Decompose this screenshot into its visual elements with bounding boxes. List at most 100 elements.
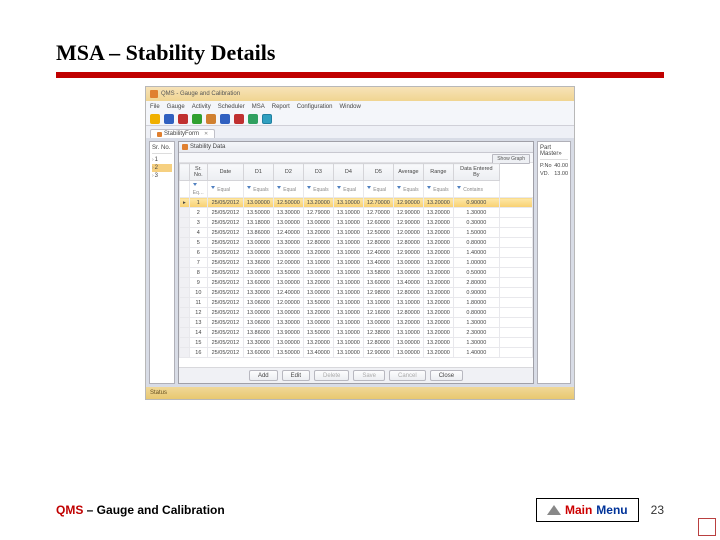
cell: 13.50000 (273, 348, 303, 358)
table-row[interactable]: 1325/05/201213.0600013.3000013.0000013.1… (180, 318, 533, 328)
table-row[interactable]: 625/05/201213.0000013.0000013.2000013.10… (180, 248, 533, 258)
left-item[interactable]: ›3 (152, 172, 172, 180)
toolbar-icon[interactable] (192, 114, 202, 124)
menu-configuration[interactable]: Configuration (297, 104, 333, 110)
cell: 13.20000 (423, 228, 453, 238)
column-header[interactable]: D1 (243, 164, 273, 181)
table-row[interactable]: 1425/05/201213.8600013.9000013.5000013.1… (180, 328, 533, 338)
filter-cell[interactable]: Equal (273, 181, 303, 198)
cell: 1.30000 (453, 208, 499, 218)
cell: 12.80000 (393, 308, 423, 318)
close-icon[interactable]: ✕ (204, 131, 208, 137)
cell (499, 238, 532, 248)
main-menu-button[interactable]: Main Menu (536, 498, 639, 522)
menu-gauge[interactable]: Gauge (167, 104, 185, 110)
filter-cell[interactable]: Equal (363, 181, 393, 198)
cell: 13.20000 (303, 228, 333, 238)
table-row[interactable]: 1025/05/201213.3000012.4000013.0000013.1… (180, 288, 533, 298)
cell: 13.20000 (423, 328, 453, 338)
table-row[interactable]: ▸125/05/201213.0000012.5000013.2000013.1… (180, 198, 533, 208)
menu-msa[interactable]: MSA (252, 104, 265, 110)
cell: 13.10000 (333, 258, 363, 268)
menu-activity[interactable]: Activity (192, 104, 211, 110)
column-header[interactable]: D2 (273, 164, 303, 181)
cell: 13.20000 (423, 338, 453, 348)
toolbar-icon[interactable] (164, 114, 174, 124)
menu-window[interactable]: Window (339, 104, 360, 110)
column-header[interactable]: D4 (333, 164, 363, 181)
cell: 25/05/2012 (207, 208, 243, 218)
left-item[interactable]: ›1 (152, 156, 172, 164)
cell: 13.00000 (303, 318, 333, 328)
work-area: Sr. No. ›1›2›3 Stability Data Show Graph… (146, 138, 574, 387)
cell: 13.20000 (423, 308, 453, 318)
toolbar-icon[interactable] (220, 114, 230, 124)
table-row[interactable]: 525/05/201213.0000013.3000012.8000013.10… (180, 238, 533, 248)
column-header[interactable]: D3 (303, 164, 333, 181)
cell: 13.10000 (333, 218, 363, 228)
table-row[interactable]: 325/05/201213.1800013.0000013.0000013.10… (180, 218, 533, 228)
table-row[interactable]: 1625/05/201213.6000013.5000013.4000013.1… (180, 348, 533, 358)
main-menu-label-a: Main (565, 503, 592, 517)
menu-scheduler[interactable]: Scheduler (218, 104, 245, 110)
filter-cell[interactable]: Equals (393, 181, 423, 198)
column-header[interactable]: Data Entered By (453, 164, 499, 181)
table-row[interactable]: 925/05/201213.6000013.0000013.2000013.10… (180, 278, 533, 288)
filter-cell[interactable]: Equals (303, 181, 333, 198)
column-header[interactable]: Sr. No. (189, 164, 207, 181)
column-header[interactable]: Range (423, 164, 453, 181)
filter-cell[interactable]: Eq… (189, 181, 207, 198)
cell (499, 288, 532, 298)
cancel-button: Cancel (389, 370, 426, 381)
toolbar-icon[interactable] (234, 114, 244, 124)
cell: 13.10000 (333, 318, 363, 328)
cell: 12.00000 (273, 258, 303, 268)
toolbar-icon[interactable] (150, 114, 160, 124)
filter-cell[interactable]: Equal (207, 181, 243, 198)
row-marker (180, 208, 190, 218)
column-header[interactable]: D5 (363, 164, 393, 181)
column-header[interactable]: Average (393, 164, 423, 181)
menu-report[interactable]: Report (272, 104, 290, 110)
cell: 13.10000 (333, 348, 363, 358)
table-row[interactable]: 1525/05/201213.3000013.0000013.2000013.1… (180, 338, 533, 348)
filter-cell[interactable]: Equals (243, 181, 273, 198)
edit-button[interactable]: Edit (282, 370, 310, 381)
row-marker (180, 298, 190, 308)
toolbar-icon[interactable] (178, 114, 188, 124)
cell: 13.10000 (333, 208, 363, 218)
menu-file[interactable]: File (150, 104, 160, 110)
table-row[interactable]: 425/05/201213.8600012.4000013.2000013.10… (180, 228, 533, 238)
cell: 13.60000 (243, 278, 273, 288)
cell: 13.36000 (243, 258, 273, 268)
row-marker (180, 318, 190, 328)
cell: 13.50000 (243, 208, 273, 218)
cell: 13.40000 (303, 348, 333, 358)
table-row[interactable]: 1225/05/201213.0000013.0000013.2000013.1… (180, 308, 533, 318)
cell: 13.10000 (333, 278, 363, 288)
add-button[interactable]: Add (249, 370, 278, 381)
cell: 25/05/2012 (207, 228, 243, 238)
cell: 13.10000 (333, 198, 363, 208)
toolbar-icon[interactable] (206, 114, 216, 124)
close-button[interactable]: Close (430, 370, 463, 381)
cell (499, 228, 532, 238)
cell: 13.00000 (363, 318, 393, 328)
left-item[interactable]: ›2 (152, 164, 172, 172)
cell (499, 258, 532, 268)
table-row[interactable]: 1125/05/201213.0600012.0000013.5000013.1… (180, 298, 533, 308)
table-row[interactable]: 725/05/201213.3600012.0000013.1000013.10… (180, 258, 533, 268)
data-grid-wrap: Sr. No.DateD1D2D3D4D5AverageRangeData En… (179, 163, 533, 367)
filter-cell[interactable]: Contains (453, 181, 499, 198)
cell (499, 338, 532, 348)
filter-cell[interactable]: Equals (423, 181, 453, 198)
page-number: 23 (651, 503, 664, 517)
tab-stability-form[interactable]: StabilityForm✕ (150, 129, 215, 138)
toolbar-icon[interactable] (262, 114, 272, 124)
column-header[interactable]: Date (207, 164, 243, 181)
filter-cell[interactable]: Equal (333, 181, 363, 198)
table-row[interactable]: 225/05/201213.5000013.3000012.7900013.10… (180, 208, 533, 218)
cell: 1.30000 (453, 338, 499, 348)
table-row[interactable]: 825/05/201213.0000013.5000013.0000013.10… (180, 268, 533, 278)
toolbar-icon[interactable] (248, 114, 258, 124)
